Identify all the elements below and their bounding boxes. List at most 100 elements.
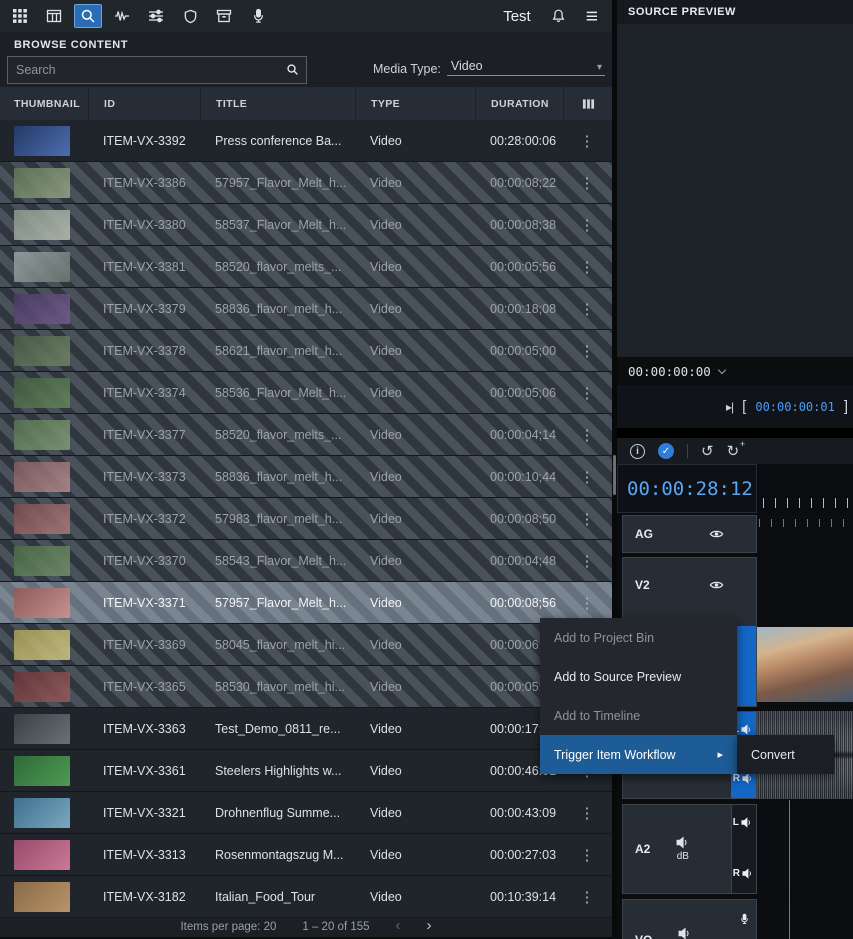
source-timecode-dropdown[interactable]: 00:00:00:00: [617, 357, 853, 385]
track-volume[interactable]: dB: [676, 836, 689, 862]
eye-icon[interactable]: [709, 580, 724, 590]
table-row[interactable]: ITEM-VX-3369 58045_flavor_melt_hi... Vid…: [0, 624, 612, 666]
table-row[interactable]: ITEM-VX-3379 58836_flavor_melt_h... Vide…: [0, 288, 612, 330]
row-type: Video: [355, 848, 475, 862]
search-nav-button[interactable]: [74, 4, 102, 28]
row-thumbnail: [0, 336, 88, 366]
undo-icon[interactable]: ↺: [701, 444, 714, 459]
row-menu-button[interactable]: ⋮: [563, 132, 612, 150]
row-menu-button[interactable]: ⋮: [563, 342, 612, 360]
row-menu-button[interactable]: ⋮: [563, 384, 612, 402]
row-duration: 00:00:05;56: [475, 260, 563, 274]
timeline-ruler[interactable]: [757, 464, 853, 513]
context-menu-item[interactable]: Add to Source Preview: [540, 657, 737, 696]
table-row[interactable]: ITEM-VX-3372 57983_flavor_melt_h... Vide…: [0, 498, 612, 540]
sliders-button[interactable]: [142, 4, 170, 28]
speaker-icon: [741, 724, 752, 735]
scrollbar-thumb[interactable]: [613, 455, 616, 495]
row-menu-button[interactable]: ⋮: [563, 804, 612, 822]
playhead-line[interactable]: [789, 800, 790, 939]
timeline-timecode[interactable]: 00:00:28:12: [617, 464, 757, 513]
table-row[interactable]: ITEM-VX-3321 Drohnenflug Summe... Video …: [0, 792, 612, 834]
prev-page-button[interactable]: ‹: [396, 921, 401, 931]
items-per-page-value[interactable]: 20: [264, 921, 277, 933]
context-menu-item[interactable]: Add to Project Bin: [540, 618, 737, 657]
column-type[interactable]: TYPE: [355, 87, 475, 120]
apps-grid-button[interactable]: [6, 4, 34, 28]
row-menu-button[interactable]: ⋮: [563, 594, 612, 612]
user-menu-label[interactable]: Test: [503, 8, 531, 25]
submenu-arrow-icon: ▸: [717, 748, 723, 761]
go-to-in-button[interactable]: ▸|: [726, 400, 733, 414]
table-view-button[interactable]: [40, 4, 68, 28]
table-row[interactable]: ITEM-VX-3313 Rosenmontagszug M... Video …: [0, 834, 612, 876]
info-icon[interactable]: i: [630, 444, 645, 459]
row-menu-button[interactable]: ⋮: [563, 468, 612, 486]
row-thumbnail: [0, 210, 88, 240]
row-title: Steelers Highlights w...: [200, 764, 355, 778]
context-menu-item[interactable]: Trigger Item Workflow ▸: [540, 735, 737, 774]
notifications-button[interactable]: [551, 8, 566, 24]
check-icon[interactable]: ✓: [658, 443, 674, 459]
row-menu-button[interactable]: ⋮: [563, 552, 612, 570]
track-ag-header[interactable]: AG: [622, 515, 757, 553]
row-menu-button[interactable]: ⋮: [563, 258, 612, 276]
track-a2-header[interactable]: A2 dB L R: [622, 804, 757, 894]
add-track-icon[interactable]: ↻ +: [727, 444, 740, 459]
transport-bar: ▸| [ 00:00:00:01 ]: [617, 385, 853, 428]
track-volume[interactable]: dB: [678, 927, 691, 939]
shield-button[interactable]: [176, 4, 204, 28]
mark-out-icon[interactable]: ]: [844, 398, 848, 415]
search-submit-button[interactable]: [278, 63, 306, 76]
row-menu-button[interactable]: ⋮: [563, 510, 612, 528]
table-row[interactable]: ITEM-VX-3381 58520_flavor_melts_... Vide…: [0, 246, 612, 288]
table-row[interactable]: ITEM-VX-3377 58520_flavor_melts_... Vide…: [0, 414, 612, 456]
column-title[interactable]: TITLE: [200, 87, 355, 120]
table-row[interactable]: ITEM-VX-3361 Steelers Highlights w... Vi…: [0, 750, 612, 792]
row-menu-button[interactable]: ⋮: [563, 426, 612, 444]
column-duration[interactable]: DURATION: [475, 87, 563, 120]
track-vo-header[interactable]: VO dB: [622, 899, 757, 939]
table-row[interactable]: ITEM-VX-3182 Italian_Food_Tour Video 00:…: [0, 876, 612, 918]
row-menu-button[interactable]: ⋮: [563, 174, 612, 192]
shield-icon: [183, 9, 198, 24]
row-duration: 00:00:05;00: [475, 344, 563, 358]
hamburger-menu-icon[interactable]: ≡: [586, 6, 598, 27]
submenu-item[interactable]: Convert: [737, 735, 834, 774]
table-row[interactable]: ITEM-VX-3374 58536_Flavor_Melt_h... Vide…: [0, 372, 612, 414]
row-title: 58836_flavor_melt_h...: [200, 302, 355, 316]
column-thumbnail[interactable]: THUMBNAIL: [0, 87, 88, 120]
archive-icon: [216, 8, 232, 24]
next-page-button[interactable]: ›: [427, 921, 432, 931]
column-id[interactable]: ID: [88, 87, 200, 120]
context-menu-item[interactable]: Add to Timeline: [540, 696, 737, 735]
row-menu-button[interactable]: ⋮: [563, 846, 612, 864]
media-type-select[interactable]: Video ▾: [447, 59, 605, 76]
table-row[interactable]: ITEM-VX-3370 58543_Flavor_Melt_h... Vide…: [0, 540, 612, 582]
row-title: 57983_flavor_melt_h...: [200, 512, 355, 526]
table-row[interactable]: ITEM-VX-3386 57957_Flavor_Melt_h... Vide…: [0, 162, 612, 204]
table-row[interactable]: ITEM-VX-3365 58530_flavor_melt_hi... Vid…: [0, 666, 612, 708]
row-menu-button[interactable]: ⋮: [563, 888, 612, 906]
row-type: Video: [355, 764, 475, 778]
items-per-page[interactable]: Items per page: 20: [180, 921, 276, 933]
waveform-button[interactable]: [108, 4, 136, 28]
search-input[interactable]: [8, 63, 278, 77]
table-row[interactable]: ITEM-VX-3378 58621_flavor_melt_h... Vide…: [0, 330, 612, 372]
timeline-clip-thumbnail[interactable]: [757, 627, 853, 702]
row-menu-button[interactable]: ⋮: [563, 300, 612, 318]
column-settings-button[interactable]: [563, 87, 612, 120]
microphone-icon[interactable]: [739, 912, 750, 931]
row-type: Video: [355, 512, 475, 526]
eye-icon[interactable]: [709, 529, 724, 539]
microphone-button[interactable]: [244, 4, 272, 28]
table-row[interactable]: ITEM-VX-3371 57957_Flavor_Melt_h... Vide…: [0, 582, 612, 624]
table-row[interactable]: ITEM-VX-3380 58537_Flavor_Melt_h... Vide…: [0, 204, 612, 246]
table-row[interactable]: ITEM-VX-3392 Press conference Ba... Vide…: [0, 120, 612, 162]
mark-in-icon[interactable]: [: [742, 398, 746, 415]
meter-labels: L R: [733, 817, 753, 879]
archive-button[interactable]: [210, 4, 238, 28]
table-row[interactable]: ITEM-VX-3363 Test_Demo_0811_re... Video …: [0, 708, 612, 750]
row-menu-button[interactable]: ⋮: [563, 216, 612, 234]
table-row[interactable]: ITEM-VX-3373 58836_flavor_melt_h... Vide…: [0, 456, 612, 498]
